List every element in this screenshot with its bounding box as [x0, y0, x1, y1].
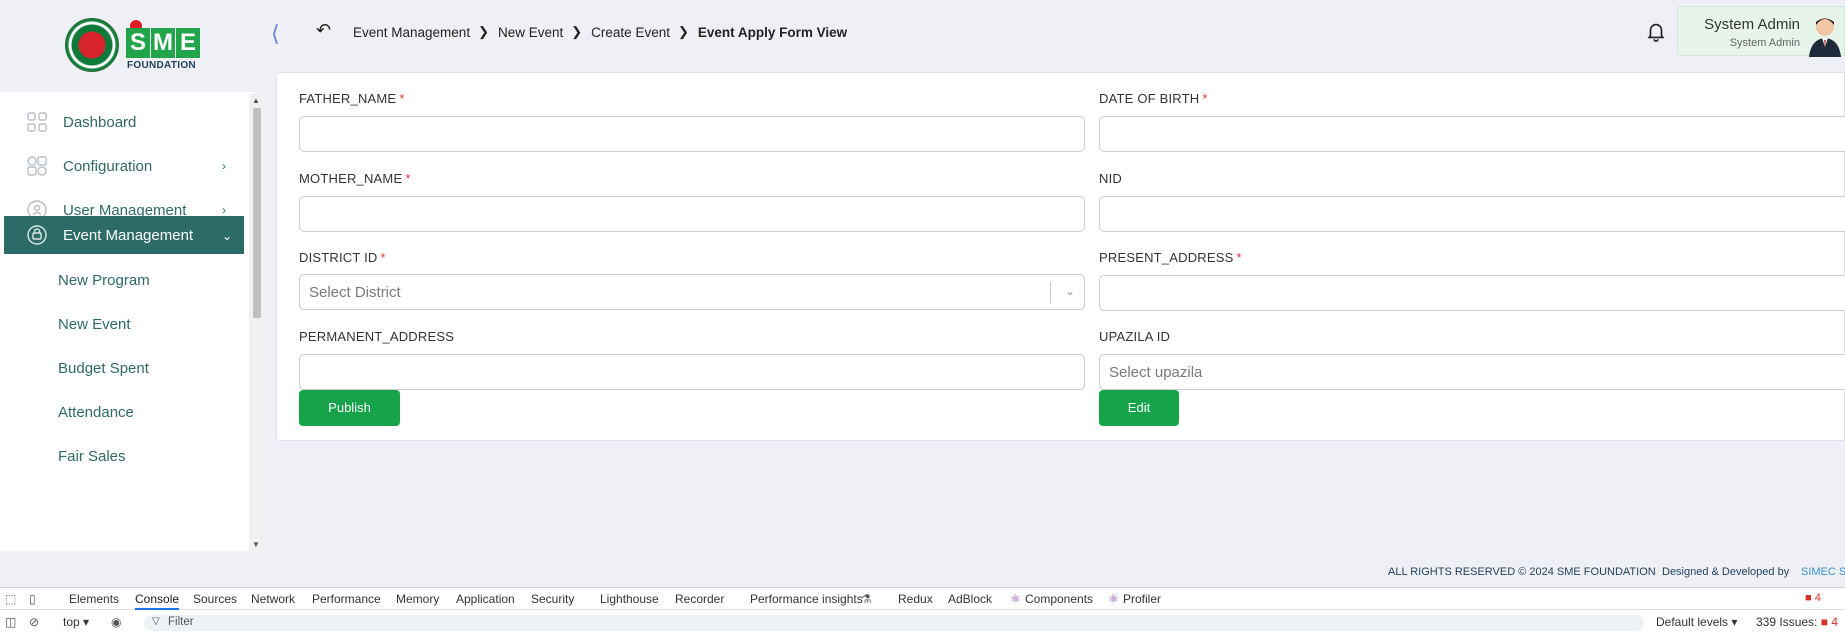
- father-name-label: FATHER_NAME *: [299, 91, 405, 106]
- publish-button[interactable]: Publish: [299, 390, 400, 426]
- scroll-up-icon[interactable]: ▲: [252, 96, 260, 105]
- permanent-address-input[interactable]: [299, 354, 1085, 390]
- present-address-label: PRESENT_ADDRESS *: [1099, 250, 1242, 265]
- chevron-right-icon: ›: [222, 203, 226, 217]
- devtools-tab-performance-insights[interactable]: Performance insights: [750, 592, 863, 606]
- mother-name-label: MOTHER_NAME *: [299, 171, 411, 186]
- grid-icon: [27, 112, 47, 132]
- context-select[interactable]: top ▾: [63, 615, 89, 629]
- filter-icon: ▽: [152, 616, 160, 627]
- sidebar-subitem-new-program[interactable]: New Program: [58, 272, 150, 289]
- sidebar: Dashboard Configuration › User Managemen…: [0, 92, 255, 551]
- devtools-tab-recorder[interactable]: Recorder: [675, 592, 724, 606]
- user-role: System Admin: [1729, 37, 1800, 49]
- chevron-right-icon: ›: [222, 159, 226, 173]
- devtools-panel: ⬚ ▯ Elements Console Sources Network Per…: [0, 587, 1845, 638]
- scroll-down-icon[interactable]: ▼: [252, 540, 260, 549]
- date-of-birth-input[interactable]: [1099, 116, 1845, 152]
- inspect-element-icon[interactable]: ⬚: [5, 592, 16, 606]
- console-filter-input[interactable]: ▽ Filter: [144, 615, 1644, 631]
- device-toggle-icon[interactable]: ▯: [29, 592, 36, 606]
- sidebar-item-label: Configuration: [63, 157, 153, 175]
- sidebar-item-configuration[interactable]: Configuration ›: [4, 144, 244, 188]
- chevron-down-icon: ⌄: [1064, 284, 1075, 298]
- footer-copyright: ALL RIGHTS RESERVED © 2024 SME FOUNDATIO…: [1388, 566, 1656, 578]
- devtools-tab-profiler[interactable]: Profiler: [1123, 592, 1161, 606]
- government-emblem-icon: [65, 18, 119, 72]
- devtools-tab-security[interactable]: Security: [531, 592, 574, 606]
- devtools-tab-network[interactable]: Network: [251, 592, 295, 606]
- react-icon: ⚛: [1010, 592, 1021, 606]
- mother-name-input[interactable]: [299, 196, 1085, 232]
- permanent-address-label: PERMANENT_ADDRESS: [299, 329, 455, 344]
- sidebar-item-label: Dashboard: [63, 113, 137, 131]
- sidebar-item-event-management[interactable]: Event Management ⌄: [4, 216, 244, 254]
- event-icon: [27, 225, 47, 245]
- chevron-right-icon: ❯: [571, 24, 583, 39]
- upazila-select[interactable]: Select upazila: [1099, 354, 1845, 390]
- nid-label: NID: [1099, 171, 1122, 186]
- apply-form-card: FATHER_NAME * DATE OF BIRTH * MOTHER_NAME *…: [276, 72, 1845, 441]
- log-levels-select[interactable]: Default levels ▾: [1656, 615, 1737, 629]
- logo-area: SME FOUNDATION: [0, 0, 268, 92]
- upazila-placeholder: Select upazila: [1109, 364, 1203, 381]
- sidebar-scrollbar[interactable]: ▲ ▼: [249, 94, 263, 551]
- sidebar-item-label: Event Management: [63, 226, 194, 244]
- breadcrumb-item-create-event[interactable]: Create Event: [591, 25, 670, 40]
- issues-count[interactable]: 339 Issues: ■ 4: [1756, 615, 1838, 629]
- scrollbar-thumb[interactable]: [253, 108, 261, 318]
- upazila-label: UPAZILA ID: [1099, 329, 1171, 344]
- clear-console-icon[interactable]: ⊘: [29, 615, 39, 629]
- react-icon: ⚛: [1108, 592, 1119, 606]
- config-icon: [27, 156, 47, 176]
- devtools-tab-performance[interactable]: Performance: [312, 592, 381, 606]
- error-count-badge[interactable]: ■ 4: [1805, 592, 1821, 604]
- eye-icon[interactable]: ◉: [111, 615, 121, 629]
- sidebar-subitem-attendance[interactable]: Attendance: [58, 404, 134, 421]
- father-name-input[interactable]: [299, 116, 1085, 152]
- district-placeholder: Select District: [309, 284, 401, 301]
- sidebar-item-dashboard[interactable]: Dashboard: [4, 100, 244, 144]
- footer-designed-by: Designed & Developed by: [1662, 566, 1790, 578]
- date-of-birth-label: DATE OF BIRTH *: [1099, 91, 1208, 106]
- sidebar-subitem-fair-sales[interactable]: Fair Sales: [58, 448, 126, 465]
- breadcrumb-item-new-event[interactable]: New Event: [498, 25, 563, 40]
- devtools-tab-elements[interactable]: Elements: [69, 592, 119, 606]
- devtools-tab-memory[interactable]: Memory: [396, 592, 439, 606]
- sidebar-toggle-icon[interactable]: ◫: [5, 615, 16, 629]
- present-address-input[interactable]: [1099, 275, 1845, 311]
- district-select[interactable]: Select District ⌄: [299, 274, 1085, 310]
- breadcrumb-item-event-management[interactable]: Event Management: [353, 25, 470, 40]
- user-name: System Admin: [1704, 16, 1800, 33]
- district-label: DISTRICT ID *: [299, 250, 386, 265]
- chevron-right-icon: ❯: [478, 24, 489, 39]
- chevron-right-icon: ❯: [677, 24, 689, 39]
- sidebar-subitem-new-event[interactable]: New Event: [58, 316, 131, 333]
- footer-company-link[interactable]: SIMEC S: [1801, 566, 1845, 578]
- avatar[interactable]: [1806, 13, 1844, 57]
- sme-logo: SME: [126, 28, 201, 58]
- sidebar-subitem-budget-spent[interactable]: Budget Spent: [58, 360, 149, 377]
- flask-icon: ⚗: [861, 592, 872, 606]
- nid-input[interactable]: [1099, 196, 1845, 232]
- devtools-tab-adblock[interactable]: AdBlock: [948, 592, 992, 606]
- devtools-tab-sources[interactable]: Sources: [193, 592, 237, 606]
- devtools-tab-components[interactable]: Components: [1025, 592, 1093, 606]
- console-toolbar: ◫ ⊘ top ▾ ◉ ▽ Filter Default levels ▾ 33…: [0, 611, 1845, 638]
- back-arrow-icon[interactable]: ↶: [316, 20, 331, 41]
- bell-icon[interactable]: [1645, 20, 1667, 42]
- devtools-tab-application[interactable]: Application: [456, 592, 515, 606]
- devtools-tab-console[interactable]: Console: [135, 592, 180, 610]
- sidebar-collapse-icon[interactable]: ⟨: [271, 21, 280, 47]
- edit-button[interactable]: Edit: [1099, 390, 1179, 426]
- devtools-tabbar: ⬚ ▯ Elements Console Sources Network Per…: [0, 588, 1845, 610]
- devtools-tab-lighthouse[interactable]: Lighthouse: [600, 592, 659, 606]
- breadcrumb: Event Management ❯ New Event ❯ Create Ev…: [353, 24, 847, 40]
- devtools-tab-redux[interactable]: Redux: [898, 592, 933, 606]
- breadcrumb-current: Event Apply Form View: [697, 24, 848, 40]
- chevron-down-icon: ⌄: [222, 229, 233, 243]
- logo-foundation-text: FOUNDATION: [127, 60, 196, 71]
- user-profile-card[interactable]: System Admin System Admin: [1677, 6, 1845, 57]
- page-footer: ALL RIGHTS RESERVED © 2024 SME FOUNDATIO…: [0, 562, 1845, 584]
